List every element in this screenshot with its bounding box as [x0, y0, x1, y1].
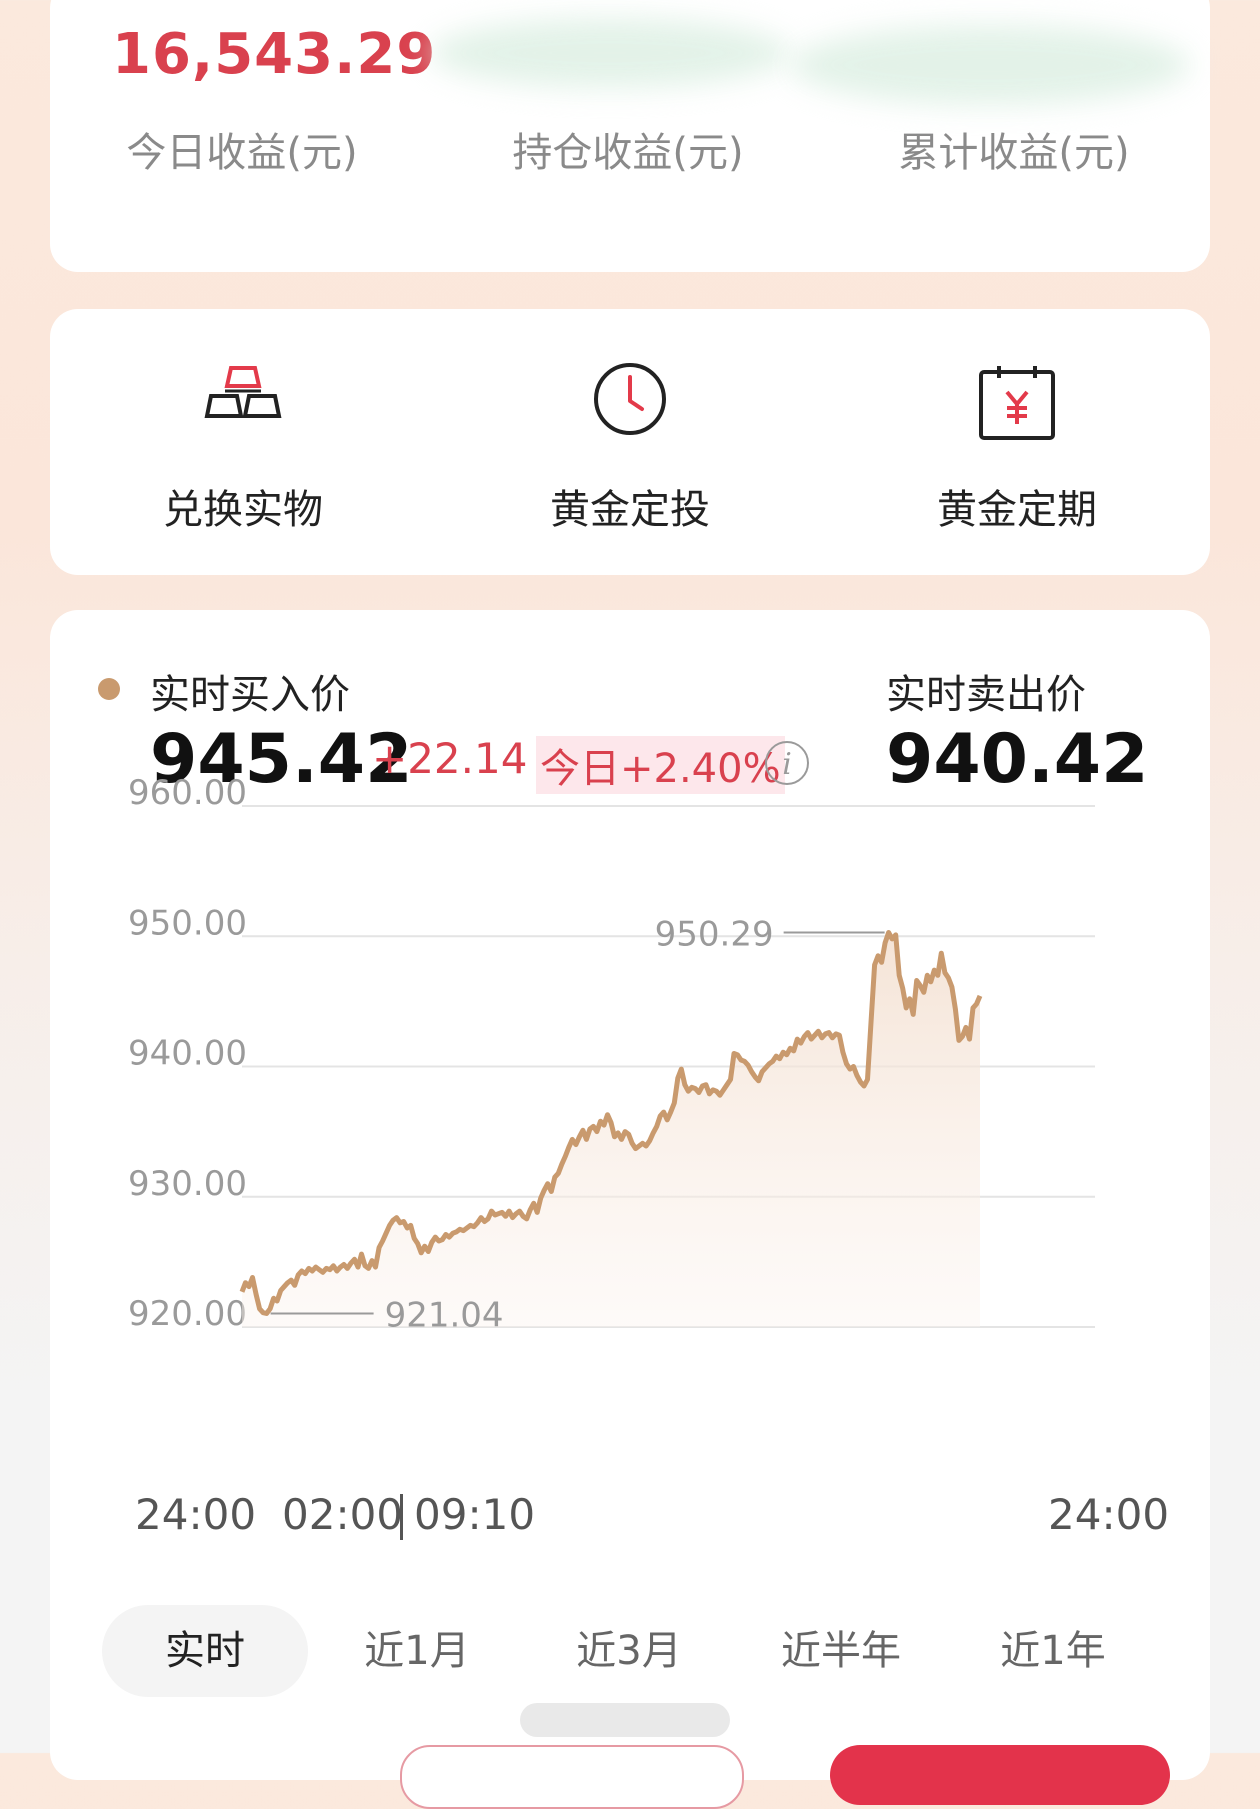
exchange-physical-label: 兑换实物 [163, 487, 323, 533]
clock-icon [594, 363, 666, 435]
tab-1-month[interactable]: 近1月 [314, 1605, 520, 1697]
bottom-right-button[interactable] [830, 1745, 1170, 1805]
gold-bars-icon [204, 366, 282, 418]
price-chart: 960.00 950.00 940.00 930.00 920.00 950.29 921.… [128, 773, 1095, 1335]
masked-holding-earnings [430, 18, 790, 88]
tab-3-months[interactable]: 近3月 [526, 1605, 732, 1697]
total-earnings-label: 累计收益(元) [898, 130, 1130, 176]
actions-card: 兑换实物 黄金定投 黄金定期 [50, 309, 1210, 575]
today-earnings-value: 16,543.29 [112, 22, 437, 87]
tab-half-year[interactable]: 近半年 [738, 1605, 944, 1697]
y-tick-label: 920.00 [128, 1294, 247, 1334]
calendar-yen-icon [979, 366, 1055, 440]
session-divider [400, 1494, 403, 1540]
min-label: 921.04 [385, 1295, 504, 1335]
max-label: 950.29 [655, 914, 774, 954]
gold-auto-invest-button[interactable]: 黄金定投 [437, 309, 823, 575]
gold-auto-invest-label: 黄金定投 [550, 487, 710, 533]
today-earnings-label: 今日收益(元) [126, 130, 358, 176]
gesture-bar [520, 1703, 730, 1737]
x-label-start: 24:00 [135, 1490, 257, 1539]
masked-total-earnings [790, 25, 1190, 105]
gold-fixed-term-label: 黄金定期 [937, 487, 1097, 533]
y-tick-label: 950.00 [128, 903, 247, 943]
x-label-0910: 09:10 [414, 1490, 536, 1539]
y-tick-label: 940.00 [128, 1034, 247, 1074]
holding-earnings-label: 持仓收益(元) [512, 130, 744, 176]
x-label-end: 24:00 [1048, 1490, 1170, 1539]
exchange-physical-button[interactable]: 兑换实物 [50, 309, 436, 575]
tab-1-year[interactable]: 近1年 [950, 1605, 1156, 1697]
y-tick-label: 930.00 [128, 1164, 247, 1204]
period-tabs: 实时 近1月 近3月 近半年 近1年 [102, 1605, 1162, 1697]
y-tick-label: 960.00 [128, 773, 247, 813]
bottom-left-button[interactable] [400, 1745, 744, 1809]
earnings-card: 16,543.29 今日收益(元) 持仓收益(元) 累计收益(元) [50, 0, 1210, 272]
price-card: 实时买入价 945.42 +22.14 今日+2.40% i 实时卖出价 940… [50, 610, 1210, 1780]
x-label-0200: 02:00 [282, 1490, 404, 1539]
gold-fixed-term-button[interactable]: 黄金定期 [824, 309, 1210, 575]
tab-realtime[interactable]: 实时 [102, 1605, 308, 1697]
